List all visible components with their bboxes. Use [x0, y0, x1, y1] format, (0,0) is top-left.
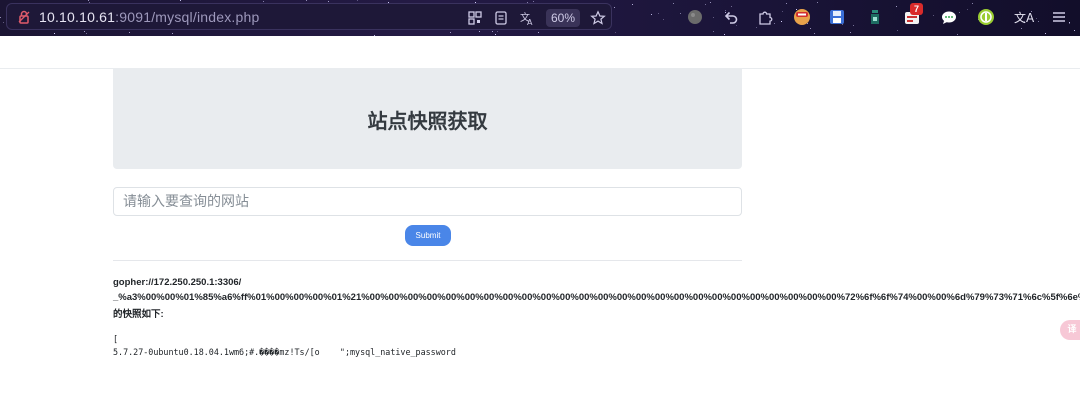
- menu-hamburger-icon[interactable]: [1050, 8, 1068, 26]
- star: [533, 1, 534, 2]
- star: [180, 0, 181, 1]
- browser-toolbar: 10.10.10.61:9091/mysql/index.php 文 A 60%: [0, 0, 1080, 36]
- star: [615, 32, 616, 33]
- star: [1045, 33, 1046, 34]
- star: [814, 33, 815, 34]
- star: [357, 0, 358, 1]
- page-title: 站点快照获取: [367, 109, 488, 133]
- star: [782, 11, 783, 12]
- address-bar[interactable]: 10.10.10.61:9091/mysql/index.php 文 A 60%: [6, 3, 612, 30]
- star: [1021, 28, 1022, 29]
- translate-wa-icon[interactable]: 文A: [1014, 9, 1034, 26]
- star: [88, 0, 89, 1]
- star: [651, 14, 652, 15]
- star: [538, 32, 539, 33]
- star: [632, 4, 633, 5]
- result-url-line-2: _%a3%00%00%01%85%a6%ff%01%00%00%00%01%21…: [113, 292, 1080, 303]
- star: [967, 9, 968, 10]
- submit-button[interactable]: Submit: [405, 225, 451, 246]
- svg-text:A: A: [527, 18, 533, 26]
- star: [54, 33, 55, 34]
- star: [450, 32, 451, 33]
- star: [86, 33, 87, 34]
- star: [495, 34, 496, 35]
- star: [896, 6, 897, 7]
- undo-icon[interactable]: [722, 8, 740, 26]
- extension-moon-icon[interactable]: [686, 8, 704, 26]
- star: [263, 1, 264, 2]
- star: [710, 2, 711, 3]
- notification-count-badge: 7: [910, 3, 923, 15]
- address-bar-url[interactable]: 10.10.10.61:9091/mysql/index.php: [39, 9, 259, 25]
- qr-code-icon[interactable]: [467, 10, 483, 26]
- star: [959, 12, 960, 13]
- star: [673, 3, 674, 4]
- star: [810, 28, 811, 29]
- star: [781, 21, 782, 22]
- save-disk-icon[interactable]: [828, 8, 846, 26]
- chat-icon[interactable]: [940, 8, 958, 26]
- star: [731, 6, 732, 7]
- extension-bottle-icon[interactable]: [866, 8, 884, 26]
- star: [897, 30, 898, 31]
- star: [972, 3, 973, 4]
- star: [933, 15, 934, 16]
- lock-icon[interactable]: [17, 10, 31, 24]
- extensions-puzzle-icon[interactable]: [757, 8, 775, 26]
- star: [306, 0, 307, 1]
- result-body-line-1: [: [113, 334, 119, 344]
- translate-icon[interactable]: 文 A: [519, 10, 535, 26]
- star: [1069, 23, 1070, 24]
- result-body-line-2: 5.7.27-0ubuntu0.18.04.1wm6;#.����mz!Ts/[…: [113, 347, 456, 357]
- star: [786, 3, 787, 4]
- star: [705, 4, 706, 5]
- star: [497, 31, 498, 32]
- jumbotron-header: 站点快照获取: [113, 69, 742, 169]
- website-url-input[interactable]: [113, 187, 742, 216]
- extension-shield-icon[interactable]: [793, 8, 811, 26]
- result-url-line-1: gopher://172.250.250.1:3306/: [113, 277, 242, 288]
- star: [1036, 18, 1037, 19]
- divider: [113, 260, 742, 261]
- star: [492, 31, 493, 32]
- zoom-level-badge[interactable]: 60%: [546, 9, 580, 27]
- url-host: 10.10.10.61: [39, 9, 116, 25]
- reader-mode-icon[interactable]: [493, 10, 509, 26]
- star: [756, 27, 757, 28]
- star: [680, 13, 681, 14]
- floating-translate-button[interactable]: 译: [1060, 320, 1080, 340]
- bookmark-star-icon[interactable]: [590, 10, 606, 26]
- star: [713, 31, 714, 32]
- extension-circle-icon[interactable]: [977, 8, 995, 26]
- result-label: 的快照如下:: [113, 309, 164, 320]
- star: [3, 22, 4, 23]
- star: [663, 19, 664, 20]
- star: [1074, 30, 1075, 31]
- star: [614, 7, 615, 8]
- page-navbar: [0, 36, 1080, 69]
- star: [957, 34, 958, 35]
- star: [850, 32, 851, 33]
- star: [479, 31, 480, 32]
- star: [1038, 21, 1039, 22]
- star: [172, 33, 173, 34]
- star: [713, 17, 714, 18]
- star: [328, 1, 329, 2]
- star: [817, 2, 818, 3]
- url-path: :9091/mysql/index.php: [115, 9, 260, 25]
- star: [0, 17, 1, 18]
- star: [658, 13, 659, 14]
- star: [129, 32, 130, 33]
- star: [84, 31, 85, 32]
- star: [853, 25, 854, 26]
- star: [724, 34, 725, 35]
